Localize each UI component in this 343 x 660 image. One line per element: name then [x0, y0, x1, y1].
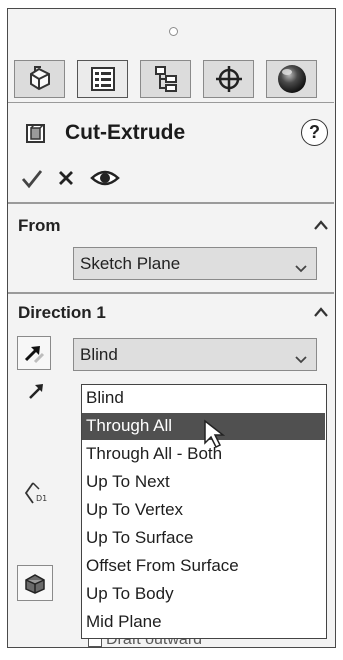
reverse-direction-button[interactable]: [17, 336, 51, 370]
from-collapse-caret-icon[interactable]: [314, 218, 328, 236]
direction1-collapse-caret-icon[interactable]: [314, 305, 328, 323]
from-select-value: Sketch Plane: [80, 254, 181, 273]
chevron-down-icon: [295, 351, 307, 369]
manager-tab-bar: [8, 50, 334, 103]
dropdown-option[interactable]: Up To Body: [82, 581, 325, 608]
cancel-button[interactable]: [55, 163, 79, 198]
appearance-sphere-icon: [277, 65, 306, 93]
panel-grip-handle[interactable]: [169, 27, 178, 36]
help-icon[interactable]: ?: [301, 119, 328, 146]
dropdown-option[interactable]: Up To Vertex: [82, 497, 325, 524]
featuremanager-tab[interactable]: [14, 60, 65, 98]
chevron-down-icon: [295, 260, 307, 278]
dropdown-option[interactable]: Blind: [82, 385, 325, 412]
section-divider: [8, 202, 334, 204]
end-condition-select[interactable]: Blind: [73, 338, 317, 371]
feature-tree-icon: [29, 66, 50, 91]
action-buttons: [8, 159, 334, 199]
dropdown-option[interactable]: Offset From Surface: [82, 553, 325, 580]
configurationmanager-tab[interactable]: [140, 60, 191, 98]
draft-toggle-button[interactable]: [17, 565, 53, 601]
dropdown-option[interactable]: Up To Surface: [82, 525, 325, 552]
close-icon: [59, 171, 73, 185]
draft-icon: [25, 574, 45, 594]
from-section-title: From: [18, 216, 61, 235]
page-title: Cut-Extrude: [65, 121, 186, 144]
feature-header: Cut-Extrude ?: [8, 109, 334, 157]
eye-icon: [90, 170, 120, 186]
mouse-cursor-icon: [204, 419, 225, 449]
depth-dimension-icon: D1: [23, 479, 51, 514]
dropdown-option[interactable]: Mid Plane: [82, 609, 325, 636]
propertymanager-tab[interactable]: [77, 60, 128, 98]
checkmark-icon: [21, 170, 43, 189]
from-select[interactable]: Sketch Plane: [73, 247, 317, 280]
section-divider: [8, 292, 334, 294]
direction1-section-title: Direction 1: [18, 303, 106, 322]
ok-button[interactable]: [20, 163, 44, 198]
dimxpertmanager-tab[interactable]: [203, 60, 254, 98]
displaymanager-tab[interactable]: [266, 60, 317, 98]
configuration-icon: [154, 66, 177, 92]
cut-extrude-icon: [24, 122, 48, 151]
dropdown-option[interactable]: Up To Next: [82, 469, 325, 496]
property-manager-panel: Cut-Extrude ? From Sketch Plane Directio…: [7, 8, 336, 648]
property-list-icon: [90, 67, 115, 91]
end-condition-dropdown-list: Blind Through All Through All - Both Up To …: [81, 384, 327, 639]
crosshair-icon: [215, 66, 242, 92]
direction-arrow-icon[interactable]: [27, 381, 47, 406]
svg-text:D1: D1: [36, 494, 47, 503]
preview-button[interactable]: [90, 163, 120, 198]
reverse-direction-icon: [24, 346, 45, 364]
end-condition-value: Blind: [80, 345, 118, 364]
